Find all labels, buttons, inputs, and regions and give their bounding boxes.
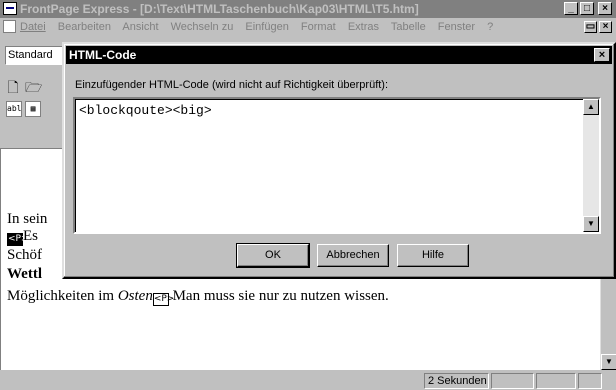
html-code-textarea[interactable]: <blockqoute><big> ▲ ▼	[73, 97, 601, 234]
status-time: 2 Sekunden	[424, 373, 489, 389]
editor-line-5-em: Osten	[117, 288, 153, 304]
minimize-button[interactable]: _	[564, 2, 578, 15]
html-code-text: <blockqoute><big>	[79, 103, 212, 118]
dialog-title-bar[interactable]: HTML-Code ×	[66, 46, 612, 64]
maximize-button[interactable]: □	[580, 2, 594, 15]
menu-bearbeiten[interactable]: Bearbeiten	[58, 21, 111, 33]
document-icon[interactable]	[3, 20, 16, 33]
menu-datei[interactable]: Datei	[20, 21, 46, 33]
html-code-label: Einzufügender HTML-Code (wird nicht auf …	[75, 79, 389, 91]
editor-line-5-pre: Möglichkeiten im	[7, 288, 118, 304]
textarea-scroll-up[interactable]: ▲	[583, 99, 599, 115]
close-window-button[interactable]: ×	[598, 2, 612, 15]
dialog-title: HTML-Code	[69, 48, 137, 62]
frontpage-app-icon[interactable]	[3, 2, 17, 15]
menu-extras[interactable]: Extras	[348, 21, 379, 33]
doc-close-button[interactable]: ×	[599, 21, 612, 33]
status-cell-2	[491, 373, 534, 389]
textarea-scrollbar[interactable]: ▲ ▼	[583, 99, 599, 232]
html-code-dialog: HTML-Code × Einzufügender HTML-Code (wir…	[62, 42, 616, 279]
help-button[interactable]: Hilfe	[397, 244, 469, 267]
paragraph-tag-marker-2[interactable]: <P>	[152, 293, 174, 306]
menu-help[interactable]: ?	[487, 21, 493, 33]
dialog-close-button[interactable]: ×	[594, 48, 610, 62]
editor-line-4: Wettl	[7, 266, 42, 282]
menu-tabelle[interactable]: Tabelle	[391, 21, 426, 33]
editor-line-2-text: Es	[23, 228, 38, 244]
menu-bar: Datei Bearbeiten Ansicht Wechseln zu Ein…	[0, 18, 616, 36]
menu-format[interactable]: Format	[301, 21, 336, 33]
window-title-bar[interactable]: FrontPage Express - [D:\Text\HTMLTaschen…	[0, 0, 616, 18]
style-combo[interactable]: Standard	[5, 46, 65, 65]
form-grid-icon[interactable]: ▦	[25, 101, 41, 117]
editor-line-3: Schöf	[7, 247, 42, 263]
menu-einfuegen[interactable]: Einfügen	[245, 21, 288, 33]
editor-line-1: In sein	[7, 211, 48, 227]
doc-restore-button[interactable]: ▭	[584, 21, 597, 33]
menu-ansicht[interactable]: Ansicht	[122, 21, 158, 33]
menu-fenster[interactable]: Fenster	[438, 21, 475, 33]
open-folder-icon[interactable]: 🗁	[25, 79, 42, 95]
status-bar: 2 Sekunden	[0, 371, 616, 390]
editor-line-5: Möglichkeiten im Osten<P> Man muss sie n…	[7, 288, 389, 306]
status-cell-4	[578, 373, 602, 389]
editor-line-2: <P>Es	[7, 228, 38, 246]
status-cell-3	[536, 373, 576, 389]
editor-line-5-post: Man muss sie nur zu nutzen wissen.	[168, 288, 389, 304]
scroll-down-button[interactable]: ▼	[601, 354, 616, 370]
menu-wechseln-zu[interactable]: Wechseln zu	[171, 21, 234, 33]
ok-button[interactable]: OK	[236, 243, 310, 268]
window-title: FrontPage Express - [D:\Text\HTMLTaschen…	[20, 2, 419, 16]
textarea-scroll-down[interactable]: ▼	[583, 216, 599, 232]
menu-items: Datei Bearbeiten Ansicht Wechseln zu Ein…	[20, 21, 502, 33]
cancel-button[interactable]: Abbrechen	[317, 244, 389, 267]
form-textfield-icon[interactable]: abl	[6, 101, 22, 117]
paragraph-tag-marker[interactable]: <P>	[7, 233, 29, 246]
new-document-icon[interactable]: 🗋	[5, 79, 21, 95]
